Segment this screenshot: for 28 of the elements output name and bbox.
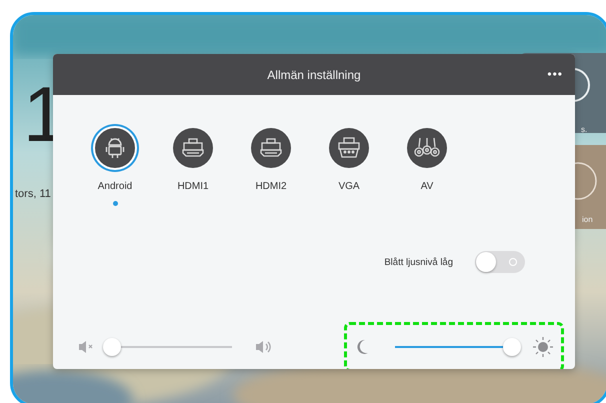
source-label: Android [98,181,132,192]
source-button[interactable] [251,128,291,168]
source-label: HDMI2 [255,181,287,192]
panel-title: Allmän inställning [267,68,361,82]
date-text: tors, 11 [15,188,51,200]
source-label: AV [420,181,434,192]
mute-icon [79,340,94,354]
source-label: VGA [338,181,360,192]
card-text: s. [581,125,588,134]
source-button[interactable] [407,128,447,168]
source-button[interactable] [173,128,213,168]
sun-icon [533,337,553,357]
setting-label: Blått ljusnivå låg [384,256,453,268]
card-text: ion [582,215,593,224]
moon-icon [355,339,369,355]
source-button[interactable] [329,128,369,168]
source-label: HDMI1 [177,181,209,192]
robot-icon [105,137,125,159]
slider-thumb[interactable] [103,338,121,356]
speaker-icon [256,340,272,354]
connector-icon [337,137,361,159]
more-button[interactable]: ••• [545,65,565,83]
slider-thumb[interactable] [503,338,522,356]
connector-icon [181,138,205,158]
plugs-icon [414,137,440,159]
toggle-switch[interactable] [475,251,525,273]
source-button[interactable] [95,128,135,168]
connector-icon [259,138,283,158]
